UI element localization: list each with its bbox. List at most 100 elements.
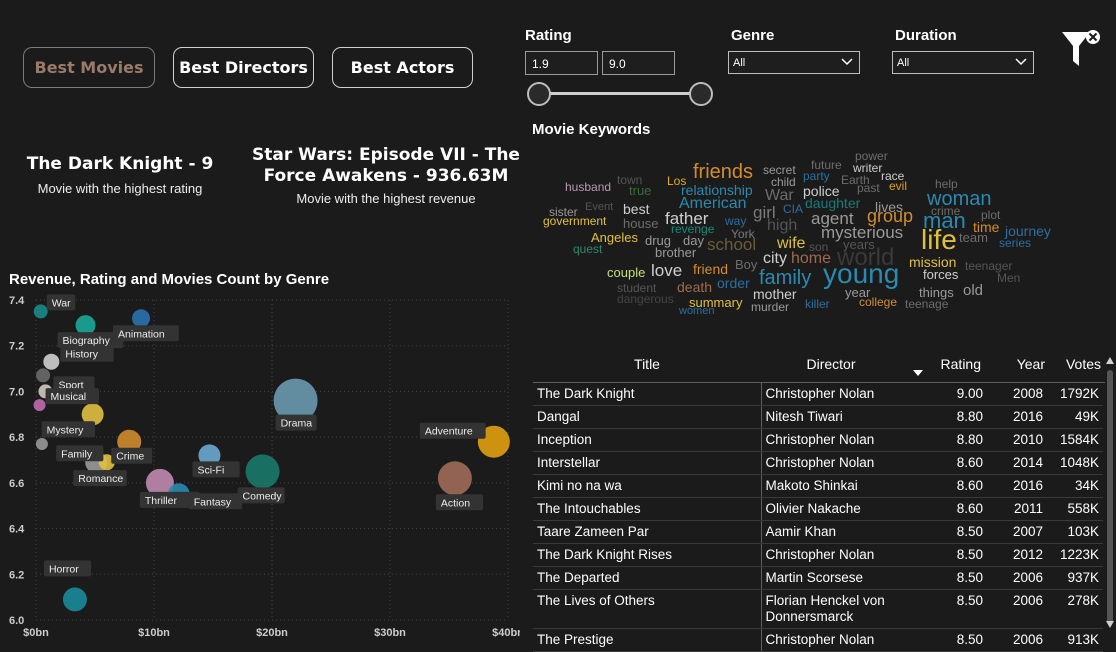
year-cell: 2014 — [987, 451, 1047, 475]
best-movies-button[interactable]: Best Movies — [23, 47, 155, 88]
label-text: Biography — [63, 335, 111, 347]
clear-filters-icon[interactable] — [1058, 28, 1104, 72]
bubble-action[interactable] — [437, 461, 472, 496]
column-header-title[interactable]: Title — [533, 350, 761, 382]
bubble-war[interactable] — [33, 304, 48, 319]
bubble-label-drama: Drama — [275, 414, 317, 431]
column-header-votes[interactable]: Votes — [1045, 350, 1101, 382]
genre-select-value: All — [733, 57, 746, 69]
keyword-friends: friends — [693, 161, 754, 183]
bubble-animation[interactable] — [132, 309, 151, 328]
sort-descending-icon — [913, 370, 923, 376]
table-row[interactable]: Dangal Nitesh Tiwari 8.80 2016 49K — [533, 405, 1103, 429]
votes-cell: 937K — [1047, 566, 1103, 590]
label-text: Comedy — [243, 490, 283, 502]
scroll-up-icon[interactable] — [1106, 357, 1114, 364]
table-row[interactable]: The Departed Martin Scorsese 8.50 2006 937K — [533, 566, 1103, 590]
keyword-event: Event — [585, 201, 614, 213]
rating-slider[interactable] — [538, 92, 701, 95]
keywords-word-cloud: power future writer secret friends party race t… — [535, 148, 1055, 318]
keyword-quest: quest — [573, 242, 603, 256]
bubble-horror[interactable] — [62, 587, 87, 612]
year-cell: 2006 — [987, 566, 1047, 590]
label-text: Horror — [49, 563, 79, 575]
rating-cell: 8.50 — [911, 566, 987, 590]
director-cell: Florian Henckel von Donnersmarck — [760, 589, 911, 629]
bubble-musical[interactable] — [33, 399, 46, 412]
year-cell: 2008 — [987, 383, 1047, 406]
table-header: Title Director Rating Year Votes — [533, 350, 1105, 383]
table-scrollbar[interactable] — [1104, 350, 1116, 636]
keyword-government: government — [543, 214, 607, 228]
label-text: Crime — [116, 451, 144, 463]
duration-select[interactable]: All — [892, 51, 1034, 74]
keyword-evil: evil — [889, 179, 908, 193]
chevron-down-icon — [841, 58, 853, 66]
bubble-label-comedy: Comedy — [237, 487, 285, 504]
rating-slider-max-handle[interactable] — [689, 82, 713, 106]
table-row[interactable]: The Prestige Christopher Nolan 8.50 2006 913… — [533, 628, 1103, 652]
keyword-way: way — [725, 214, 747, 228]
keyword-husband: husband — [565, 180, 612, 194]
table-row[interactable]: The Dark Knight Rises Christopher Nolan 8.… — [533, 543, 1103, 567]
rating-slider-min-handle[interactable] — [527, 82, 551, 106]
keyword-death: death — [677, 279, 713, 295]
bubble-label-musical: Musical — [45, 388, 99, 405]
keyword-love: love — [651, 261, 683, 280]
year-cell: 2012 — [987, 543, 1047, 567]
table-row[interactable]: The Dark Knight Christopher Nolan 9.00 2008… — [533, 383, 1103, 406]
director-cell: Nitesh Tiwari — [760, 405, 911, 429]
director-cell: Martin Scorsese — [760, 566, 911, 590]
keyword-couple: couple — [607, 265, 646, 280]
label-text: Animation — [118, 328, 165, 340]
genre-select[interactable]: All — [728, 51, 860, 74]
scrollbar-thumb[interactable] — [1107, 370, 1113, 625]
keyword-team: team — [959, 230, 988, 245]
bubble-unlabeled[interactable] — [36, 368, 51, 383]
rating-min-input[interactable]: 1.9 — [525, 51, 598, 75]
votes-cell: 558K — [1047, 497, 1103, 521]
votes-cell: 1048K — [1047, 451, 1103, 475]
column-header-director[interactable]: Director — [761, 350, 901, 382]
table-row[interactable]: Taare Zameen Par Aamir Khan 8.50 2007 103K — [533, 520, 1103, 544]
rating-cell: 8.80 — [911, 428, 987, 452]
keyword-best: best — [623, 201, 650, 217]
bubble-label-sci-fi: Sci-Fi — [192, 461, 240, 478]
rating-max-input[interactable]: 9.0 — [602, 51, 675, 75]
x-tick-label: $30bn — [374, 627, 406, 639]
votes-cell: 1223K — [1047, 543, 1103, 567]
keyword-murder: murder — [751, 300, 790, 314]
bubble-comedy[interactable] — [245, 454, 280, 489]
label-text: Fantasy — [194, 496, 232, 508]
keyword-life: life — [921, 224, 957, 255]
bubble-label-animation: Animation — [113, 325, 179, 342]
keyword-family: family — [759, 267, 812, 289]
keyword-house: house — [623, 216, 659, 231]
bubble-unlabeled[interactable] — [35, 438, 48, 450]
best-actors-button[interactable]: Best Actors — [332, 47, 473, 88]
bubble-biography[interactable] — [75, 315, 96, 336]
column-header-rating[interactable]: Rating — [901, 350, 981, 382]
table-row[interactable]: The Intouchables Olivier Nakache 8.60 2011 5… — [533, 497, 1103, 521]
title-cell: The Departed — [533, 566, 761, 590]
table-row[interactable]: Interstellar Christopher Nolan 8.60 2014 104… — [533, 451, 1103, 475]
title-cell: Interstellar — [533, 451, 761, 475]
label-text: Romance — [78, 473, 123, 485]
keyword-city: city — [763, 250, 787, 267]
movies-table-container: Title Director Rating Year Votes The Dar… — [533, 350, 1105, 652]
title-cell: The Dark Knight Rises — [533, 543, 761, 567]
rating-cell: 8.50 — [911, 628, 987, 652]
year-cell: 2010 — [987, 428, 1047, 452]
rating-cell: 8.60 — [911, 474, 987, 498]
table-row[interactable]: Inception Christopher Nolan 8.80 2010 1584K — [533, 428, 1103, 452]
column-header-year[interactable]: Year — [981, 350, 1045, 382]
x-tick-label: $0bn — [23, 627, 49, 639]
bubble-history[interactable] — [43, 353, 60, 370]
scroll-down-icon[interactable] — [1106, 621, 1114, 628]
table-row[interactable]: Kimi no na wa Makoto Shinkai 8.60 2016 34K — [533, 474, 1103, 498]
year-cell: 2006 — [987, 628, 1047, 652]
label-text: Family — [61, 448, 93, 460]
best-directors-button[interactable]: Best Directors — [173, 47, 314, 88]
table-row[interactable]: The Lives of Others Florian Henckel von D… — [533, 589, 1103, 629]
year-cell: 2016 — [987, 405, 1047, 429]
